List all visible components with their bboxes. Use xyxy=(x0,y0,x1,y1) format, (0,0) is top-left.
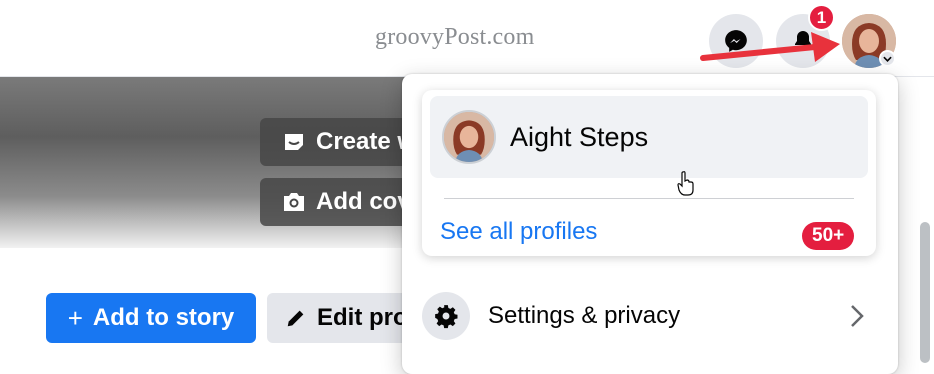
hand-cursor-icon xyxy=(677,171,694,196)
add-story-label: Add to story xyxy=(92,304,235,331)
chevron-down-icon xyxy=(883,56,892,62)
annotation-arrow xyxy=(700,32,840,62)
profile-row[interactable]: Aight Steps xyxy=(430,96,868,178)
add-to-story-button[interactable]: + Add to story xyxy=(46,293,256,343)
profile-card: Aight Steps See all profiles 50+ xyxy=(422,90,876,256)
divider xyxy=(444,198,854,199)
profile-avatar xyxy=(442,110,496,164)
watermark: groovyPost.com xyxy=(375,24,535,50)
avatar-sticker-icon xyxy=(285,134,303,150)
scrollbar[interactable] xyxy=(920,222,930,363)
pencil-icon xyxy=(287,310,304,327)
avatar xyxy=(444,112,494,162)
plus-icon: + xyxy=(67,302,83,333)
settings-icon-wrap xyxy=(422,292,470,340)
settings-privacy-item[interactable]: Settings & privacy xyxy=(422,284,876,348)
see-all-profiles-link[interactable]: See all profiles xyxy=(440,218,597,246)
add-cover-label: Add cov xyxy=(316,188,411,215)
gear-icon xyxy=(435,305,458,329)
chevron-right-icon xyxy=(851,305,864,327)
top-bar: groovyPost.com 1 xyxy=(0,0,934,77)
camera-icon xyxy=(284,193,304,211)
profile-name: Aight Steps xyxy=(510,121,649,152)
settings-privacy-label: Settings & privacy xyxy=(488,302,681,329)
account-menu-toggle[interactable] xyxy=(879,50,896,67)
edit-profile-label: Edit pro xyxy=(317,304,408,331)
profiles-count-badge: 50+ xyxy=(802,222,855,250)
account-dropdown-menu: Aight Steps See all profiles 50+ Setting… xyxy=(402,74,898,374)
